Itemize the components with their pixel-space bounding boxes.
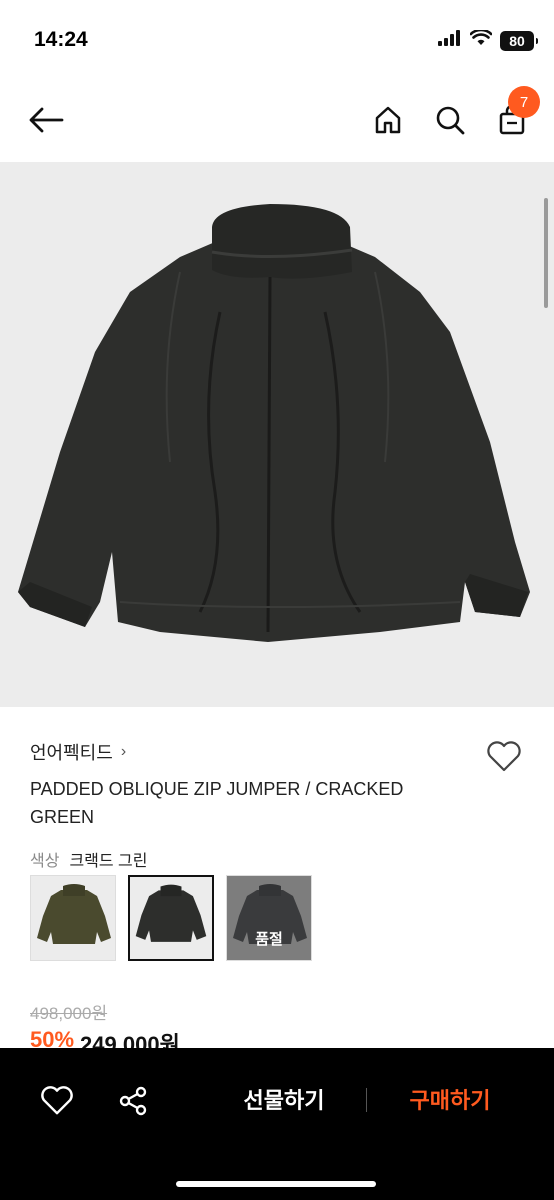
home-button[interactable] — [368, 100, 408, 140]
share-button[interactable] — [114, 1082, 152, 1120]
color-swatch-sold-out[interactable]: 품절 — [226, 875, 312, 961]
home-indicator — [176, 1181, 376, 1187]
product-image[interactable] — [0, 162, 554, 707]
wifi-icon — [469, 28, 493, 51]
jacket-image — [18, 204, 530, 642]
heart-icon — [41, 1086, 73, 1115]
battery-icon: 80 — [500, 30, 538, 51]
brand-name: 언어펙티드 — [30, 743, 113, 763]
bottom-wishlist-button[interactable] — [38, 1082, 76, 1120]
share-icon — [119, 1086, 147, 1116]
sold-out-label: 품절 — [255, 931, 283, 948]
jacket-thumbnail — [135, 884, 207, 942]
signal-icon — [438, 30, 462, 51]
back-arrow-icon — [29, 107, 64, 133]
buy-button[interactable]: 구매하기 — [392, 1084, 508, 1118]
chevron-right-icon: › — [120, 743, 127, 760]
original-price: 498,000원 — [30, 1004, 108, 1023]
status-icons: 80 — [438, 28, 538, 51]
gift-button[interactable]: 선물하기 — [226, 1084, 342, 1118]
wishlist-button[interactable] — [484, 737, 524, 777]
nav-bar: 7 — [0, 80, 554, 160]
scroll-indicator — [544, 198, 548, 308]
heart-icon — [487, 741, 521, 772]
cart-count-badge: 7 — [508, 86, 540, 118]
jacket-thumbnail — [37, 884, 111, 944]
color-label: 색상 — [30, 853, 60, 870]
color-swatches: 품절 — [30, 875, 312, 961]
bottom-action-bar: 선물하기 구매하기 — [0, 1048, 554, 1200]
color-swatch-cracked-green[interactable] — [128, 875, 214, 961]
status-bar: 14:24 80 — [0, 0, 554, 80]
back-button[interactable] — [26, 100, 66, 140]
color-row: 색상 크랙드 그린 — [30, 847, 148, 871]
brand-link[interactable]: 언어펙티드 › — [30, 739, 126, 765]
home-icon — [375, 106, 401, 134]
divider — [366, 1088, 367, 1112]
search-button[interactable] — [430, 100, 470, 140]
color-value: 크랙드 그린 — [69, 853, 148, 870]
product-title: PADDED OBLIQUE ZIP JUMPER / CRACKED GREE… — [30, 779, 404, 827]
search-icon — [436, 106, 465, 135]
color-swatch-green[interactable] — [30, 875, 116, 961]
status-time: 14:24 — [34, 28, 88, 51]
